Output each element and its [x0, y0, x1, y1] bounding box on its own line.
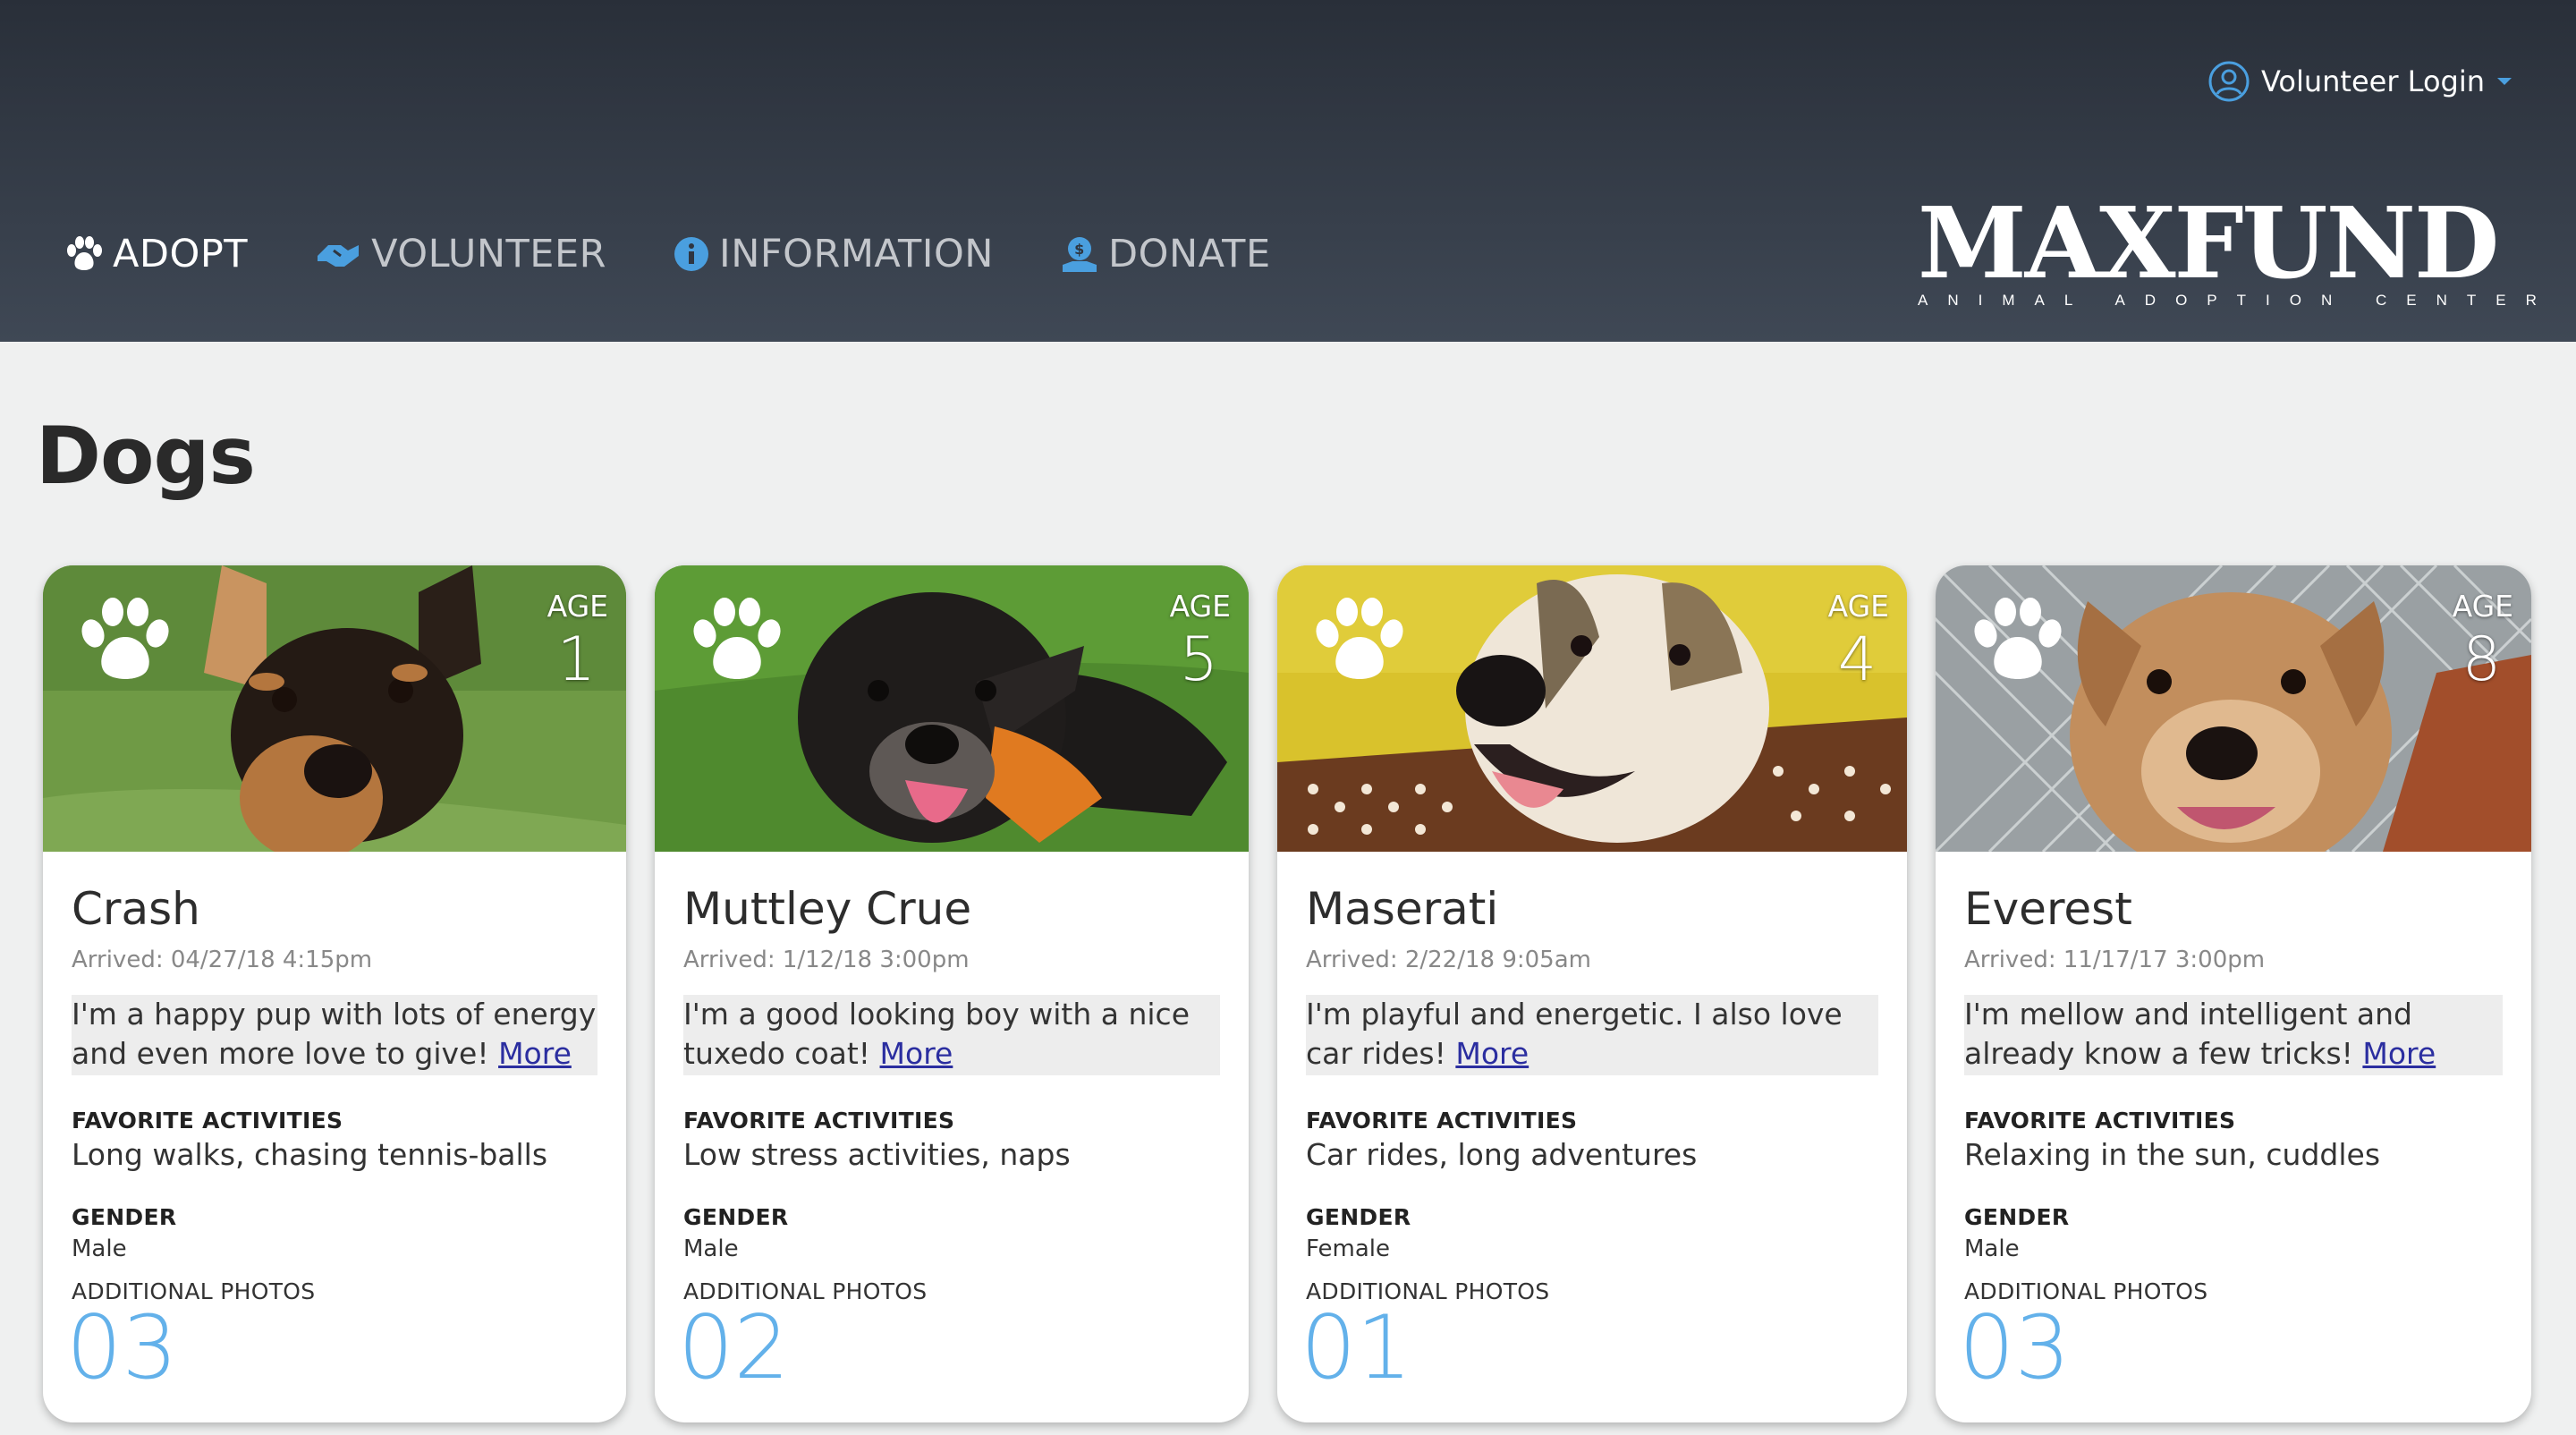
dog-photo[interactable]: AGE 1 — [43, 565, 626, 852]
paw-icon — [1974, 598, 2062, 679]
gender-label: GENDER — [1964, 1204, 2070, 1230]
more-link[interactable]: More — [498, 1036, 572, 1071]
user-circle-icon — [2208, 61, 2250, 102]
age-value: 8 — [2462, 624, 2501, 695]
more-link[interactable]: More — [880, 1036, 953, 1071]
logo-wordmark: MAXFUND — [1918, 185, 2499, 301]
page-title: Dogs — [36, 410, 256, 502]
paw-icon — [693, 598, 781, 679]
favorite-activities-value: Relaxing in the sun, cuddles — [1964, 1137, 2381, 1172]
additional-photos-count[interactable]: 03 — [1959, 1304, 2503, 1392]
favorite-activities-label: FAVORITE ACTIVITIES — [1306, 1108, 1578, 1134]
volunteer-login-label: Volunteer Login — [2260, 64, 2485, 98]
favorite-activities-value: Long walks, chasing tennis-balls — [72, 1137, 548, 1172]
dog-description: I'm mellow and intelligent and already k… — [1964, 995, 2503, 1075]
svg-text:$: $ — [1074, 241, 1085, 258]
main-nav: ADOPT VOLUNTEER INFORMATION $ DONATE — [64, 225, 1337, 283]
nav-volunteer[interactable]: VOLUNTEER — [314, 232, 606, 276]
arrival-date: Arrived: 1/12/18 3:00pm — [683, 947, 970, 973]
chevron-down-icon — [2497, 78, 2512, 85]
dog-photo[interactable]: AGE 8 — [1936, 565, 2531, 852]
nav-donate[interactable]: $ DONATE — [1060, 232, 1271, 276]
dog-name: Muttley Crue — [683, 883, 972, 935]
maxfund-logo[interactable]: MAXFUND ANIMAL ADOPTION CENTER — [1918, 185, 2556, 310]
nav-information-label: INFORMATION — [719, 232, 994, 276]
dog-description-text: I'm mellow and intelligent and already k… — [1964, 997, 2412, 1071]
dog-name: Everest — [1964, 883, 2132, 935]
dog-name: Crash — [72, 883, 200, 935]
arrival-date: Arrived: 04/27/18 4:15pm — [72, 947, 373, 973]
nav-donate-label: DONATE — [1107, 232, 1271, 276]
gender-label: GENDER — [683, 1204, 789, 1230]
dog-photo[interactable]: AGE 4 — [1277, 565, 1907, 852]
dog-description-text: I'm playful and energetic. I also love c… — [1306, 997, 1843, 1071]
favorite-activities-label: FAVORITE ACTIVITIES — [1964, 1108, 2236, 1134]
age-value: 5 — [1179, 624, 1218, 695]
paw-icon — [81, 598, 169, 679]
gender-value: Female — [1306, 1235, 1391, 1262]
paw-icon — [1316, 598, 1403, 679]
nav-adopt-label: ADOPT — [113, 232, 249, 276]
age-value: 1 — [556, 624, 596, 695]
favorite-activities-value: Low stress activities, naps — [683, 1137, 1071, 1172]
favorite-activities-label: FAVORITE ACTIVITIES — [683, 1108, 955, 1134]
age-label: AGE — [2452, 589, 2513, 624]
nav-information[interactable]: INFORMATION — [673, 232, 994, 276]
additional-photos-count[interactable]: 01 — [1301, 1304, 1878, 1392]
volunteer-login-menu[interactable]: Volunteer Login — [2207, 59, 2513, 104]
dog-card[interactable]: AGE 4 Maserati Arrived: 2/22/18 9:05am I… — [1277, 565, 1907, 1422]
dog-card[interactable]: AGE 5 Muttley Crue Arrived: 1/12/18 3:00… — [655, 565, 1249, 1422]
site-header: Volunteer Login ADOPT VOLUNTEER INFORMAT… — [0, 0, 2576, 342]
gender-value: Male — [1964, 1235, 2020, 1262]
logo-tagline: ANIMAL ADOPTION CENTER — [1918, 292, 2556, 309]
dog-name: Maserati — [1306, 883, 1499, 935]
age-value: 4 — [1837, 624, 1877, 695]
more-link[interactable]: More — [1455, 1036, 1529, 1071]
dog-card[interactable]: AGE 8 Everest Arrived: 11/17/17 3:00pm I… — [1936, 565, 2531, 1422]
age-label: AGE — [1827, 589, 1889, 624]
handshake-icon — [318, 245, 360, 267]
dog-description: I'm a happy pup with lots of energy and … — [72, 995, 597, 1075]
nav-volunteer-label: VOLUNTEER — [371, 232, 607, 276]
favorite-activities-value: Car rides, long adventures — [1306, 1137, 1698, 1172]
arrival-date: Arrived: 11/17/17 3:00pm — [1964, 947, 2266, 973]
more-link[interactable]: More — [2362, 1036, 2436, 1071]
info-icon — [674, 237, 709, 271]
gender-label: GENDER — [1306, 1204, 1411, 1230]
gender-label: GENDER — [72, 1204, 177, 1230]
gender-value: Male — [683, 1235, 739, 1262]
arrival-date: Arrived: 2/22/18 9:05am — [1306, 947, 1591, 973]
paw-icon — [67, 236, 102, 270]
donate-icon: $ — [1062, 237, 1097, 272]
dog-photo[interactable]: AGE 5 — [655, 565, 1249, 852]
additional-photos-count[interactable]: 03 — [66, 1304, 597, 1392]
favorite-activities-label: FAVORITE ACTIVITIES — [72, 1108, 343, 1134]
dog-description: I'm a good looking boy with a nice tuxed… — [683, 995, 1220, 1075]
dog-card[interactable]: AGE 1 Crash Arrived: 04/27/18 4:15pm I'm… — [43, 565, 626, 1422]
additional-photos-count[interactable]: 02 — [678, 1304, 1220, 1392]
nav-adopt[interactable]: ADOPT — [64, 232, 248, 276]
gender-value: Male — [72, 1235, 127, 1262]
dog-description: I'm playful and energetic. I also love c… — [1306, 995, 1878, 1075]
age-label: AGE — [547, 589, 608, 624]
age-label: AGE — [1169, 589, 1231, 624]
